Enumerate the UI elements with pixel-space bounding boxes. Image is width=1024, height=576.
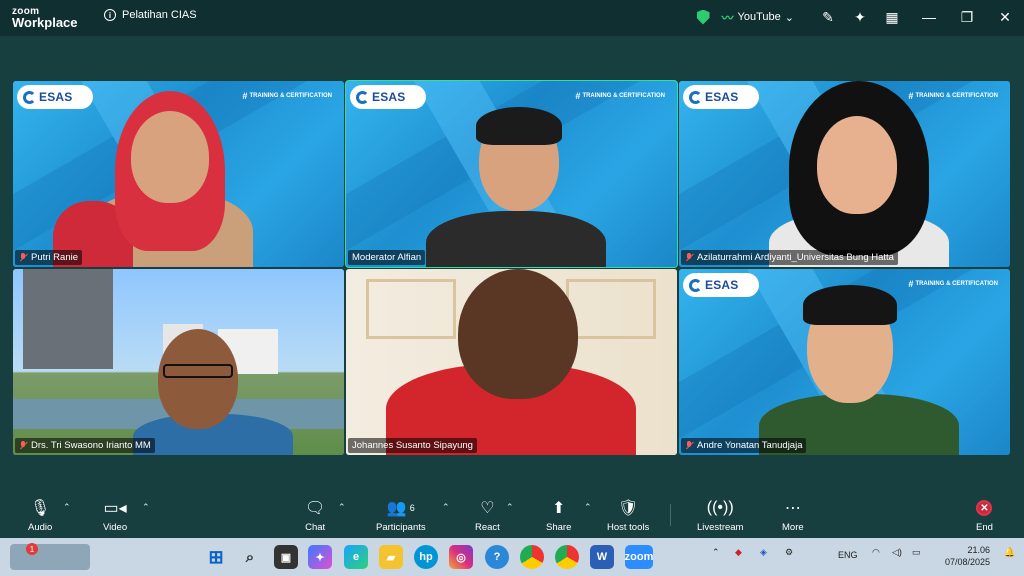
security-shield-icon[interactable] [696,9,710,25]
chevron-down-icon: ⌄ [784,11,794,24]
search-icon[interactable]: ⌕ [238,545,262,569]
share-button[interactable]: ⬆ Share [546,498,571,533]
instagram-icon[interactable]: ◎ [449,545,473,569]
hp-icon[interactable]: hp [414,545,438,569]
wifi-icon[interactable]: ◠ [872,547,880,558]
react-button[interactable]: ♡ React [475,498,500,533]
react-options-caret[interactable]: ⌃ [506,502,514,513]
audio-button[interactable]: 🎙 Audio [28,498,52,533]
windows-start-icon[interactable]: ⊞ [204,545,228,569]
training-badge: # TRAINING & CERTIFICATION [908,91,998,101]
training-badge: # TRAINING & CERTIFICATION [575,91,665,101]
sparkle-icon[interactable]: ✦ [846,3,874,31]
training-badge: # TRAINING & CERTIFICATION [908,279,998,289]
esas-logo: ESAS [17,85,93,109]
esas-logo: ESAS [683,85,759,109]
info-icon: i [104,9,116,21]
participants-icon: 👥 6 [386,500,415,517]
tray-app-icon[interactable]: ◈ [760,547,767,558]
title-bar: zoom Workplace i Pelatihan CIAS 〰 YouTub… [0,0,1024,36]
chat-button[interactable]: 🗨 Chat [305,498,325,533]
participant-name-tag: Azilaturrahmi Ardiyanti_Universitas Bung… [681,250,898,265]
meeting-info-button[interactable]: i Pelatihan CIAS [104,9,197,21]
esas-logo: ESAS [350,85,426,109]
volume-icon[interactable]: ◁) [892,547,902,558]
participant-name-tag: Andre Yonatan Tanudjaja [681,438,807,453]
video-tile[interactable]: ESAS # TRAINING & CERTIFICATION Azilaturr… [679,81,1010,267]
magic-wand-icon[interactable]: ✎ [814,3,842,31]
livestream-status-dropdown[interactable]: 〰 YouTube ⌄ [722,9,794,26]
training-badge: # TRAINING & CERTIFICATION [242,91,332,101]
help-icon[interactable]: ? [485,545,509,569]
chrome-profile-icon[interactable] [520,545,544,569]
video-options-caret[interactable]: ⌃ [142,502,150,513]
clock-date: 07/08/2025 [944,557,990,567]
word-icon[interactable]: W [590,545,614,569]
more-icon: ⋯ [784,500,801,517]
close-button[interactable]: ✕ [986,0,1024,34]
zoom-logo: zoom Workplace [12,6,78,30]
clock-time: 21.06 [967,545,990,555]
chat-options-caret[interactable]: ⌃ [338,502,346,513]
toolbar-divider [670,504,671,526]
broadcast-icon: ((•)) [706,499,734,516]
copilot-icon[interactable]: ✦ [308,545,332,569]
participants-options-caret[interactable]: ⌃ [442,502,450,513]
stream-label: YouTube [737,11,781,23]
participant-name-tag: Putri Ranie [15,250,82,265]
camera-icon: ▭◂ [103,500,127,517]
share-options-caret[interactable]: ⌃ [584,502,592,513]
mic-muted-icon [685,253,693,262]
grid-view-icon[interactable]: ▦ [878,3,906,31]
more-button[interactable]: ⋯ More [782,498,804,533]
chat-bubble-icon: 🗨 [305,500,326,517]
video-button[interactable]: ▭◂ Video [103,498,127,533]
heart-icon: ♡ [480,500,495,517]
microphone-icon: 🎙 [30,500,51,517]
video-tile-active-speaker[interactable]: ESAS # TRAINING & CERTIFICATION Moderator… [345,80,678,268]
battery-icon[interactable]: ▭ [912,547,921,558]
mic-muted-icon [19,441,27,450]
video-tile[interactable]: ESAS # TRAINING & CERTIFICATION Putri Ran… [13,81,344,267]
share-screen-icon: ⬆ [551,500,566,517]
chrome-icon[interactable] [555,545,579,569]
shield-icon: 🛡 [617,500,639,517]
video-tile[interactable]: Johannes Susanto Sipayung [346,269,677,455]
antivirus-tray-icon[interactable]: ◆ [735,547,742,558]
mic-muted-icon [685,441,693,450]
system-clock[interactable]: 21.06 07/08/2025 [945,544,990,568]
esas-logo: ESAS [683,273,759,297]
brand-bottom: Workplace [12,15,78,30]
language-indicator[interactable]: ENG [838,550,858,560]
mic-muted-icon [19,253,27,262]
end-call-icon: ✕ [976,500,993,516]
livestream-button[interactable]: ((•)) Livestream [697,498,743,533]
maximize-button[interactable]: ❐ [948,0,986,34]
end-button[interactable]: ✕ End [976,498,993,533]
meeting-title: Pelatihan CIAS [122,9,197,21]
weather-widget[interactable] [10,544,90,570]
signal-icon: 〰 [721,10,734,25]
notification-badge: 1 [26,543,38,555]
file-explorer-icon[interactable]: ▰ [379,545,403,569]
host-tools-button[interactable]: 🛡 Host tools [607,498,649,533]
meeting-toolbar: 🎙 Audio ⌃ ▭◂ Video ⌃ 🗨 Chat ⌃ 👥 6 Partici… [0,490,1024,538]
zoom-app-icon[interactable]: zoom [625,545,653,569]
participant-name-tag: Moderator Alfian [348,250,426,265]
video-tile[interactable]: Drs. Tri Swasono Irianto MM [13,269,344,455]
video-tile[interactable]: ESAS # TRAINING & CERTIFICATION Andre Yon… [679,269,1010,455]
participants-button[interactable]: 👥 6 Participants [376,498,426,533]
notification-bell-icon[interactable]: 🔔 [1004,547,1015,558]
minimize-button[interactable]: — [910,0,948,34]
participants-count: 6 [409,503,415,513]
task-view-icon[interactable]: ▣ [274,545,298,569]
audio-options-caret[interactable]: ⌃ [63,502,71,513]
edge-icon[interactable]: e [344,545,368,569]
participant-name-tag: Drs. Tri Swasono Irianto MM [15,438,155,453]
tray-settings-icon[interactable]: ⚙ [785,547,793,558]
tray-overflow-icon[interactable]: ⌃ [712,547,720,558]
participant-name-tag: Johannes Susanto Sipayung [348,438,477,453]
os-taskbar: 1 ⊞ ⌕ ▣ ✦ e ▰ hp ◎ ? W zoom ⌃ ◆ ◈ ⚙ ENG … [0,538,1024,576]
